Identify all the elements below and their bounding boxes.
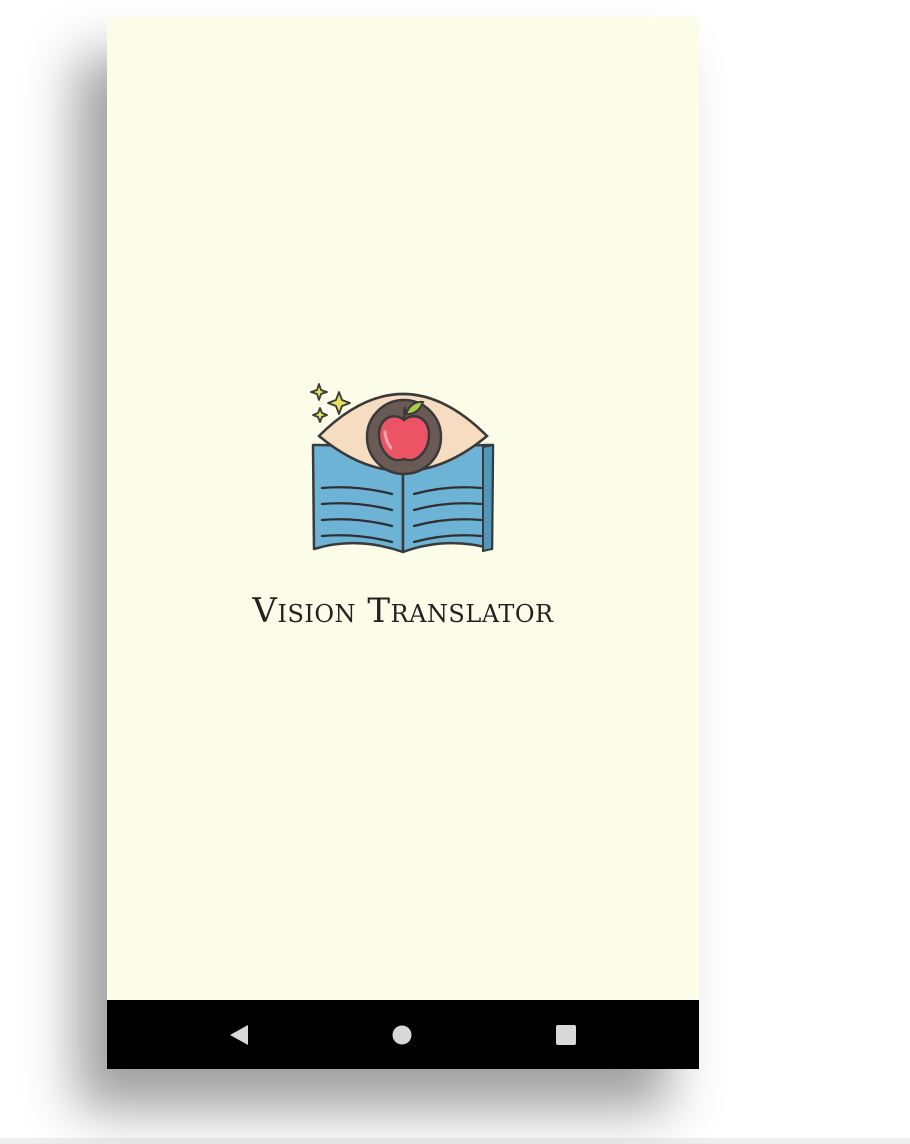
home-button[interactable] [389, 1022, 415, 1048]
system-navigation-bar [107, 1000, 699, 1069]
recents-button[interactable] [553, 1022, 579, 1048]
device-frame: Vision Translator [107, 17, 699, 1069]
recents-icon [556, 1025, 576, 1045]
back-button[interactable] [226, 1022, 252, 1048]
back-icon [230, 1025, 248, 1045]
app-logo-icon [310, 383, 495, 554]
splash-screen: Vision Translator [107, 17, 699, 1000]
home-icon [392, 1025, 412, 1045]
page-bottom-strip [0, 1138, 910, 1144]
app-title: Vision Translator [252, 591, 554, 631]
